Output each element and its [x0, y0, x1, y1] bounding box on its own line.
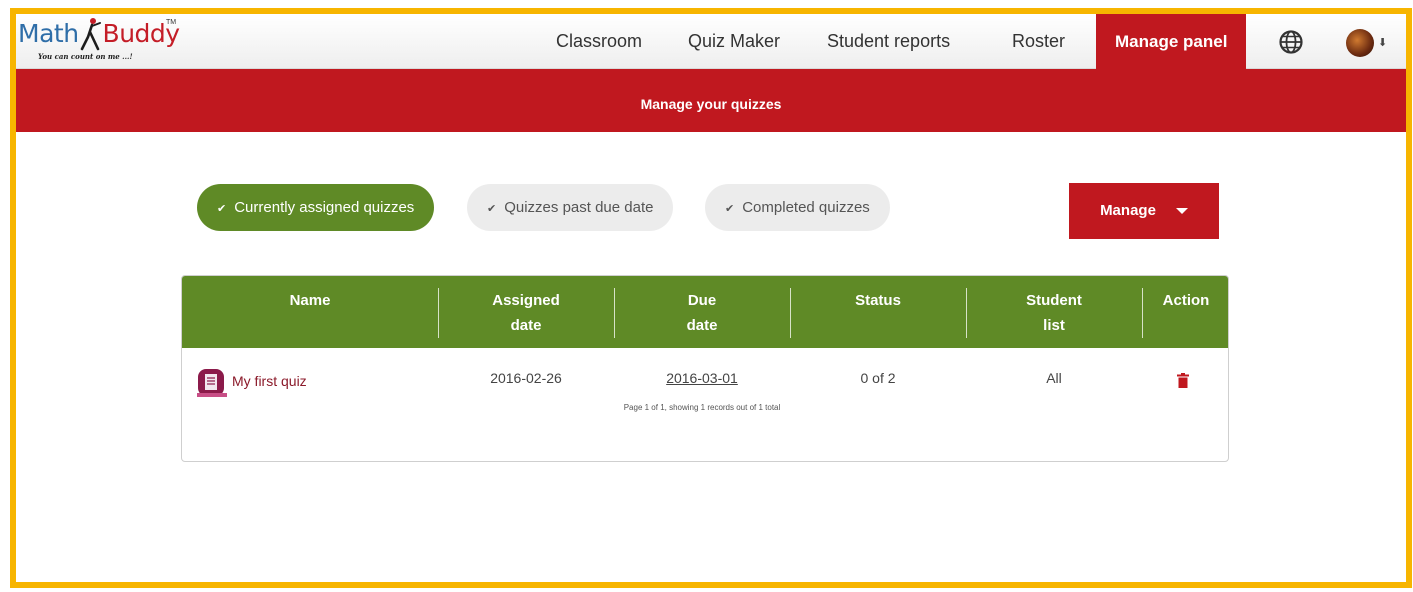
manage-dropdown-button[interactable]: Manage: [1069, 183, 1219, 239]
globe-icon[interactable]: [1278, 29, 1304, 55]
check-icon: ✔: [217, 203, 227, 215]
trash-icon[interactable]: [1177, 373, 1189, 388]
filter-label: Quizzes past due date: [504, 199, 654, 216]
logo-tagline: You can count on me ...!: [38, 52, 133, 61]
column-header-text: Action: [1162, 292, 1210, 309]
avatar-dropdown-icon[interactable]: ⬇: [1378, 36, 1387, 49]
pagination-info: Page 1 of 1, showing 1 records out of 1 …: [623, 403, 781, 412]
screenshot-frame: Math Buddy TM You can count on me ...! Cl…: [10, 8, 1412, 588]
manage-button-label: Manage: [1100, 202, 1156, 219]
quiz-name-text: My first quiz: [232, 373, 307, 389]
page-banner: Manage your quizzes: [16, 69, 1406, 132]
mathbuddy-logo[interactable]: Math Buddy TM You can count on me ...!: [18, 17, 183, 69]
top-navbar: Math Buddy TM You can count on me ...! Cl…: [16, 14, 1406, 69]
column-header-due-date[interactable]: Due date: [614, 288, 790, 338]
nav-quiz-maker[interactable]: Quiz Maker: [688, 14, 780, 69]
column-header-action: Action: [1142, 288, 1228, 313]
column-header-student-list[interactable]: Student list: [966, 288, 1142, 338]
cell-student-list[interactable]: All: [966, 370, 1142, 386]
column-header-assigned-date[interactable]: Assigned date: [438, 288, 614, 338]
column-header-text: Status: [855, 292, 901, 309]
column-header-status[interactable]: Status: [790, 288, 966, 313]
column-header-text: Student: [1026, 292, 1082, 309]
check-icon: ✔: [487, 203, 497, 215]
filter-completed[interactable]: ✔ Completed quizzes: [705, 184, 890, 231]
filter-label: Currently assigned quizzes: [234, 199, 415, 216]
filter-past-due[interactable]: ✔ Quizzes past due date: [467, 184, 674, 231]
column-header-name[interactable]: Name: [182, 288, 438, 313]
quiz-document-icon: [197, 369, 227, 397]
logo-math-text: Math: [18, 19, 79, 48]
cell-due-date-link[interactable]: 2016-03-01: [614, 370, 790, 386]
nav-student-reports[interactable]: Student reports: [827, 14, 950, 69]
filter-label: Completed quizzes: [742, 199, 870, 216]
cell-status: 0 of 2: [860, 370, 896, 386]
cell-assigned-date: 2016-02-26: [490, 370, 562, 386]
quiz-table: Name Assigned date Due date Status Stude…: [181, 275, 1229, 462]
nav-classroom[interactable]: Classroom: [556, 14, 642, 69]
column-header-text: Due: [687, 292, 717, 309]
column-header-text: Name: [289, 292, 331, 309]
caret-down-icon: [1175, 208, 1188, 215]
user-avatar[interactable]: [1346, 29, 1374, 57]
logo-trademark: TM: [166, 19, 177, 26]
page-title: Manage your quizzes: [640, 96, 782, 112]
table-header: Name Assigned date Due date Status Stude…: [182, 276, 1228, 348]
column-header-text: list: [1043, 317, 1065, 334]
column-header-text: Assigned: [492, 292, 560, 309]
filter-currently-assigned[interactable]: ✔ Currently assigned quizzes: [197, 184, 435, 231]
logo-figure-icon: [80, 18, 101, 51]
column-header-text: date: [686, 317, 718, 334]
column-header-text: date: [510, 317, 542, 334]
nav-manage-panel[interactable]: Manage panel: [1096, 14, 1247, 69]
check-icon: ✔: [725, 203, 735, 215]
nav-roster[interactable]: Roster: [1012, 14, 1065, 69]
